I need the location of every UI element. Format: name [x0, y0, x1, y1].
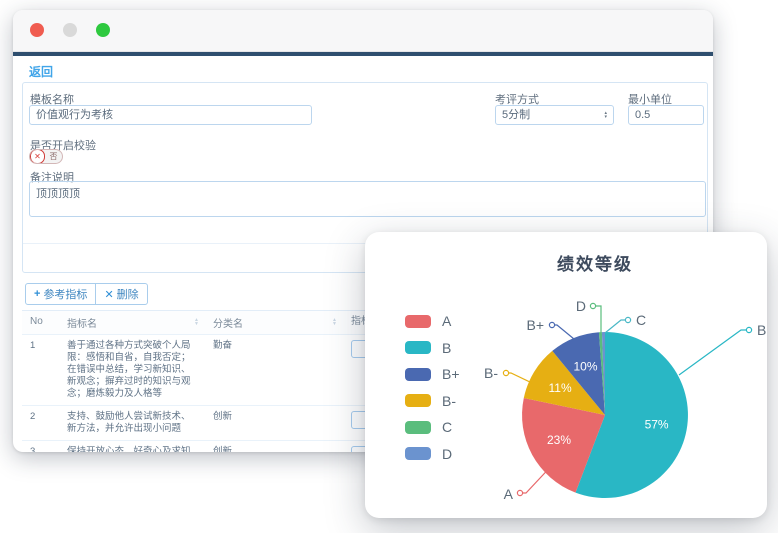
- header-no: No: [22, 311, 59, 334]
- callout-label-B-minus: B-: [484, 365, 498, 381]
- cell-indicator: 保持开放心态、好奇心及求知欲，敢于质疑及尝试: [59, 441, 205, 452]
- callout-label-A: A: [504, 486, 514, 502]
- table-toolbar: + 参考指标 ✕ 删除: [25, 283, 148, 305]
- cell-category: 创新: [205, 406, 343, 440]
- minimize-window-button[interactable]: [63, 23, 77, 37]
- plus-icon: +: [34, 288, 40, 300]
- pie-pct-label-B-: 11%: [549, 381, 572, 395]
- template-name-input[interactable]: 价值观行为考核: [29, 105, 312, 125]
- callout-label-C: C: [636, 312, 646, 328]
- cell-indicator: 善于通过各种方式突破个人局限：感悟和自省，自我否定；在错误中总结，学习新知识、新…: [59, 335, 205, 405]
- select-arrows-icon: ▴▾: [604, 111, 607, 119]
- pie-pct-label-B+: 10%: [573, 359, 597, 373]
- pie-chart: 57% 23% 11%10% D C B B+ B-: [365, 232, 767, 518]
- toggle-off-text: 否: [45, 151, 62, 162]
- back-link[interactable]: 返回: [29, 63, 53, 80]
- leader-line-D: [596, 306, 601, 333]
- header-indicator: 指标名 ▲▼: [59, 311, 205, 334]
- eval-method-value: 5分制: [502, 106, 530, 124]
- callout-label-B: B: [757, 322, 766, 338]
- header-category: 分类名 ▲▼: [205, 311, 343, 334]
- maximize-window-button[interactable]: [96, 23, 110, 37]
- page-top-bar: [13, 52, 713, 56]
- window-titlebar: [13, 10, 713, 52]
- sort-icon[interactable]: ▲▼: [194, 319, 199, 326]
- x-icon: ✕: [104, 288, 113, 301]
- toggle-x-icon: ✕: [30, 149, 45, 164]
- cell-no: 2: [22, 406, 59, 440]
- screenshot-stage: 返回 模板名称 价值观行为考核 考评方式 5分制 ▴▾ 最小单位 0.5 是否开…: [0, 0, 778, 533]
- delete-button[interactable]: ✕ 删除: [95, 283, 147, 305]
- pie-pct-label-B: 57%: [645, 418, 669, 432]
- leader-line-C: [605, 320, 625, 333]
- cell-no: 3: [22, 441, 59, 452]
- add-indicator-button[interactable]: + 参考指标: [25, 283, 96, 305]
- cell-no: 1: [22, 335, 59, 405]
- min-unit-input[interactable]: 0.5: [628, 105, 704, 125]
- validation-toggle[interactable]: ✕ 否: [29, 149, 63, 164]
- sort-icon[interactable]: ▲▼: [332, 319, 337, 326]
- cell-category: 创新: [205, 441, 343, 452]
- pie-pct-label-A: 23%: [547, 433, 571, 447]
- callout-label-D: D: [576, 298, 586, 314]
- cell-indicator: 支持、鼓励他人尝试新技术、新方法，并允许出现小问题: [59, 406, 205, 440]
- leader-line-B-plus: [555, 325, 574, 339]
- cell-category: 勤奋: [205, 335, 343, 405]
- callout-label-B-plus: B+: [526, 317, 544, 333]
- close-window-button[interactable]: [30, 23, 44, 37]
- leader-line-B: [679, 330, 746, 375]
- performance-chart-card: 绩效等级 ABB+B-CD 57%23%11%10% D: [365, 232, 767, 518]
- leader-line-B-minus: [509, 373, 532, 383]
- remark-textarea[interactable]: 顶顶顶顶: [29, 181, 706, 217]
- eval-method-select[interactable]: 5分制 ▴▾: [495, 105, 614, 125]
